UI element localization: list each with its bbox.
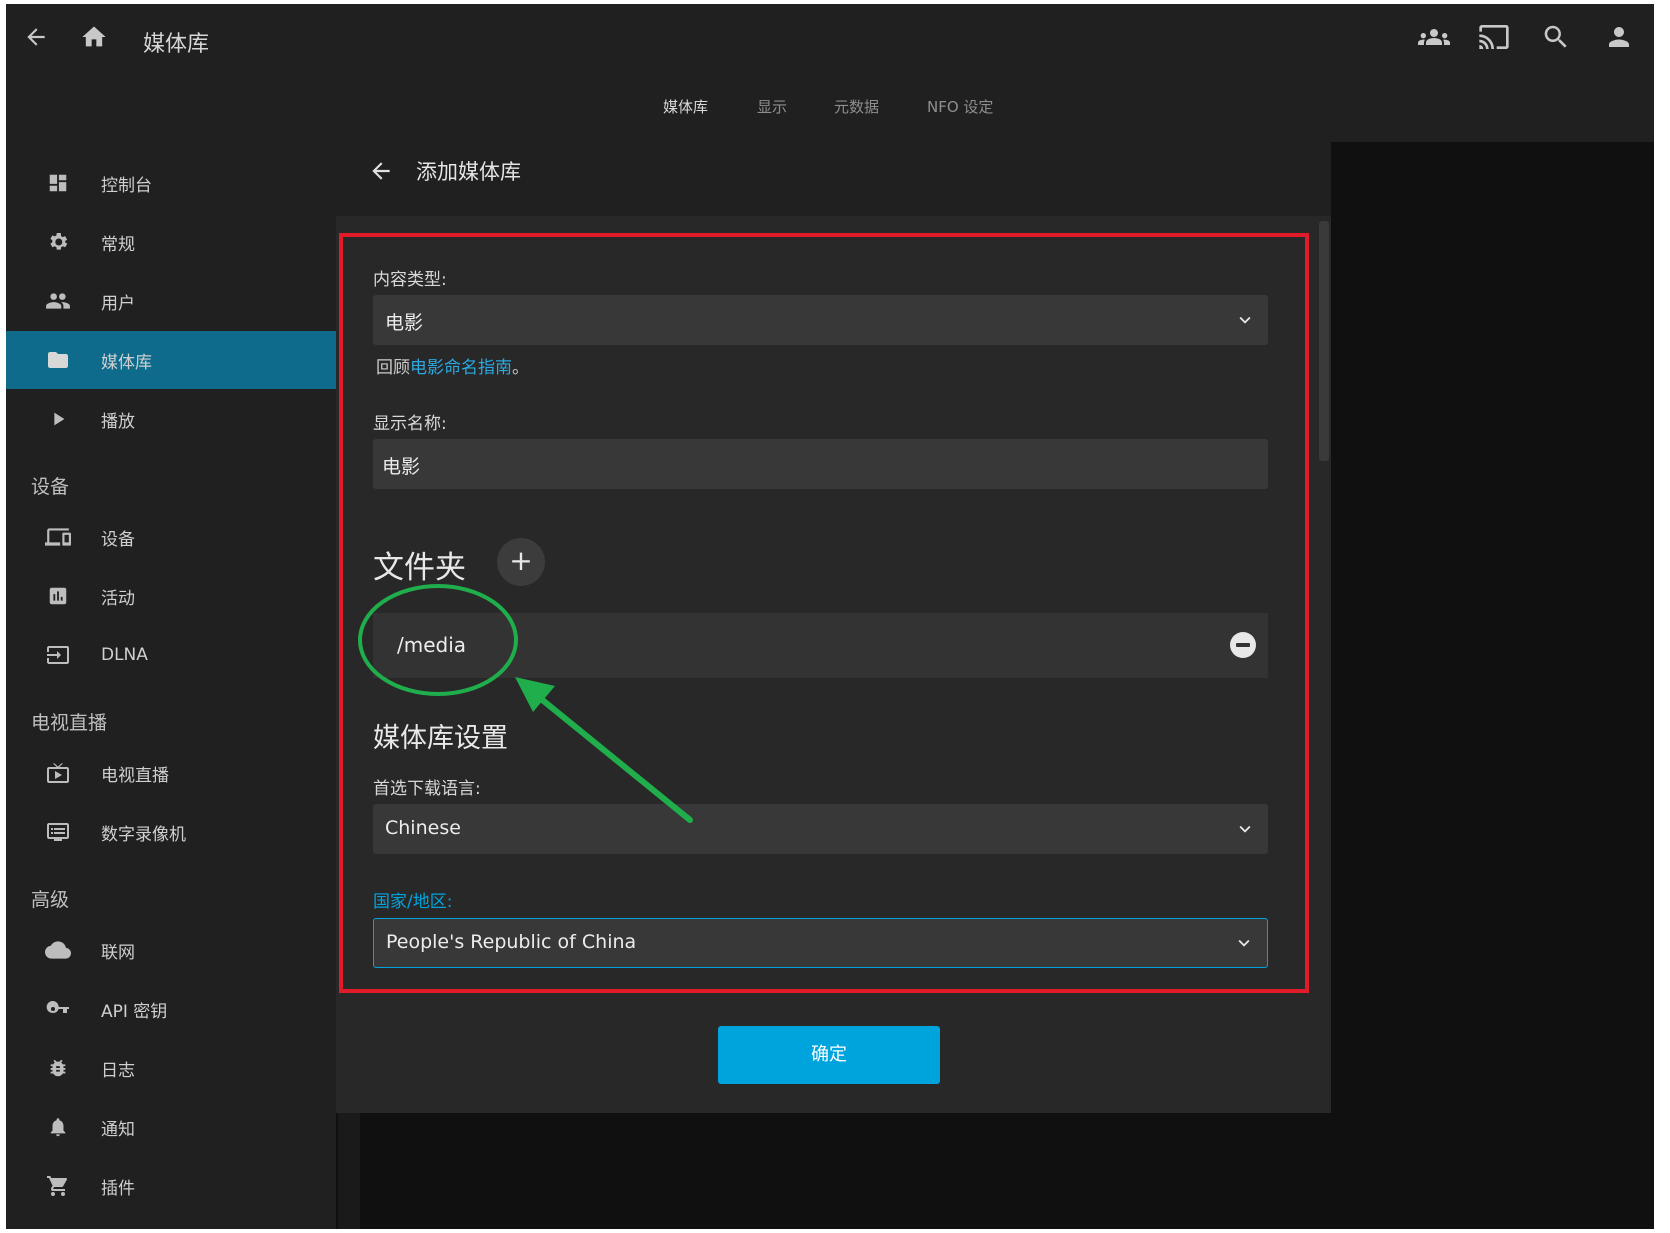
- sidebar-item-label: 控制台: [101, 175, 152, 196]
- hint-prefix: 回顾: [376, 358, 410, 378]
- sidebar-item-label: 数字录像机: [101, 824, 186, 845]
- sidebar-item-label: 通知: [101, 1119, 135, 1140]
- header-bar: 媒体库 媒体库 显示 元数据 NFO 设定: [6, 4, 1654, 142]
- cast-icon[interactable]: [1470, 13, 1518, 61]
- hint-suffix: 。: [512, 358, 529, 378]
- chevron-down-icon: [1239, 825, 1251, 833]
- content-type-select[interactable]: 电影: [373, 295, 1268, 345]
- sidebar-item-activity[interactable]: 活动: [6, 567, 336, 625]
- devices-icon: [44, 523, 72, 551]
- dashboard-icon: [44, 169, 72, 197]
- sidebar-item-label: DLNA: [101, 645, 148, 665]
- add-library-dialog: 添加媒体库 内容类型: 电影 回顾电影命名指南。 显示名称: 电影 文件夹 + …: [336, 126, 1331, 1113]
- preferred-language-label: 首选下载语言:: [373, 779, 481, 799]
- tab-library[interactable]: 媒体库: [663, 96, 708, 117]
- sidebar-item-api-keys[interactable]: API 密钥: [6, 980, 336, 1038]
- country-label: 国家/地区:: [373, 892, 453, 912]
- sidebar-item-label: 常规: [101, 234, 135, 255]
- tab-nfo-settings[interactable]: NFO 设定: [927, 96, 993, 117]
- folder-row: /media: [373, 613, 1268, 678]
- tab-metadata[interactable]: 元数据: [834, 96, 879, 117]
- play-icon: [44, 405, 72, 433]
- sidebar-item-live-tv[interactable]: 电视直播: [6, 744, 336, 802]
- back-arrow-icon[interactable]: [12, 13, 60, 61]
- content-type-label: 内容类型:: [373, 270, 447, 290]
- dialog-scrollbar[interactable]: [1319, 221, 1329, 461]
- key-icon: [44, 995, 72, 1023]
- dvr-icon: [44, 818, 72, 846]
- sidebar-item-users[interactable]: 用户: [6, 272, 336, 330]
- sidebar-item-label: 活动: [101, 588, 135, 609]
- naming-guide-hint: 回顾电影命名指南。: [376, 353, 529, 378]
- sidebar-item-dlna[interactable]: DLNA: [6, 626, 336, 684]
- display-name-label: 显示名称:: [373, 414, 447, 434]
- folders-heading: 文件夹: [373, 550, 466, 586]
- country-value: People's Republic of China: [386, 931, 637, 953]
- live-tv-icon: [44, 759, 72, 787]
- chevron-down-icon: [1238, 939, 1250, 947]
- sidebar: 控制台 常规 用户 媒体库 播放 设备 设备 活动 DLNA 电视直播 电视直播…: [6, 142, 336, 1229]
- display-name-value: 电影: [382, 456, 421, 478]
- dlna-icon: [44, 641, 72, 669]
- sidebar-item-label: 设备: [101, 529, 135, 550]
- users-icon: [44, 287, 72, 315]
- sidebar-item-label: 用户: [101, 293, 135, 314]
- sidebar-item-networking[interactable]: 联网: [6, 921, 336, 979]
- sidebar-item-dashboard[interactable]: 控制台: [6, 154, 336, 212]
- sidebar-item-label: 联网: [101, 942, 135, 963]
- country-select[interactable]: People's Republic of China: [373, 918, 1268, 968]
- bell-icon: [44, 1113, 72, 1141]
- chevron-down-icon: [1239, 316, 1251, 324]
- content-type-value: 电影: [385, 312, 424, 334]
- folder-path: /media: [397, 633, 467, 657]
- sync-play-users-icon[interactable]: [1410, 13, 1458, 61]
- activity-icon: [44, 582, 72, 610]
- sidebar-item-label: API 密钥: [101, 1001, 168, 1022]
- naming-guide-link[interactable]: 电影命名指南: [410, 358, 512, 378]
- sidebar-item-notifications[interactable]: 通知: [6, 1098, 336, 1156]
- preferred-language-select[interactable]: Chinese: [373, 804, 1268, 854]
- folder-icon: [44, 346, 72, 374]
- cloud-icon: [44, 936, 72, 964]
- sidebar-item-plugins[interactable]: 插件: [6, 1157, 336, 1215]
- sidebar-item-label: 日志: [101, 1060, 135, 1081]
- gear-icon: [44, 228, 72, 256]
- sidebar-item-general[interactable]: 常规: [6, 213, 336, 271]
- sidebar-item-logs[interactable]: 日志: [6, 1039, 336, 1097]
- search-icon[interactable]: [1532, 13, 1580, 61]
- sidebar-item-label: 播放: [101, 411, 135, 432]
- section-heading-advanced: 高级: [31, 889, 70, 911]
- sidebar-item-playback[interactable]: 播放: [6, 390, 336, 448]
- ok-button[interactable]: 确定: [718, 1026, 940, 1084]
- app-window: 媒体库 媒体库 显示 元数据 NFO 设定 控制台 常规 用户 媒体库 播放 设…: [6, 4, 1654, 1229]
- home-icon[interactable]: [70, 13, 118, 61]
- tab-display[interactable]: 显示: [757, 96, 787, 117]
- add-folder-button[interactable]: +: [497, 538, 545, 586]
- dialog-header: 添加媒体库: [336, 126, 1331, 216]
- remove-folder-icon[interactable]: [1230, 632, 1256, 658]
- preferred-language-value: Chinese: [385, 817, 461, 839]
- dialog-back-arrow-icon[interactable]: [364, 154, 398, 188]
- sidebar-item-dvr[interactable]: 数字录像机: [6, 803, 336, 861]
- dialog-title: 添加媒体库: [416, 160, 521, 184]
- sidebar-item-label: 媒体库: [101, 352, 152, 373]
- sidebar-item-label: 电视直播: [101, 765, 169, 786]
- section-heading-devices: 设备: [31, 476, 70, 498]
- sidebar-item-libraries[interactable]: 媒体库: [6, 331, 336, 389]
- bug-icon: [44, 1054, 72, 1082]
- library-settings-heading: 媒体库设置: [373, 723, 508, 754]
- page-title: 媒体库: [143, 32, 210, 57]
- display-name-input[interactable]: 电影: [373, 439, 1268, 489]
- cart-icon: [44, 1172, 72, 1200]
- section-heading-live-tv: 电视直播: [31, 712, 108, 734]
- user-account-icon[interactable]: [1595, 13, 1643, 61]
- sidebar-item-devices[interactable]: 设备: [6, 508, 336, 566]
- sidebar-item-label: 插件: [101, 1178, 135, 1199]
